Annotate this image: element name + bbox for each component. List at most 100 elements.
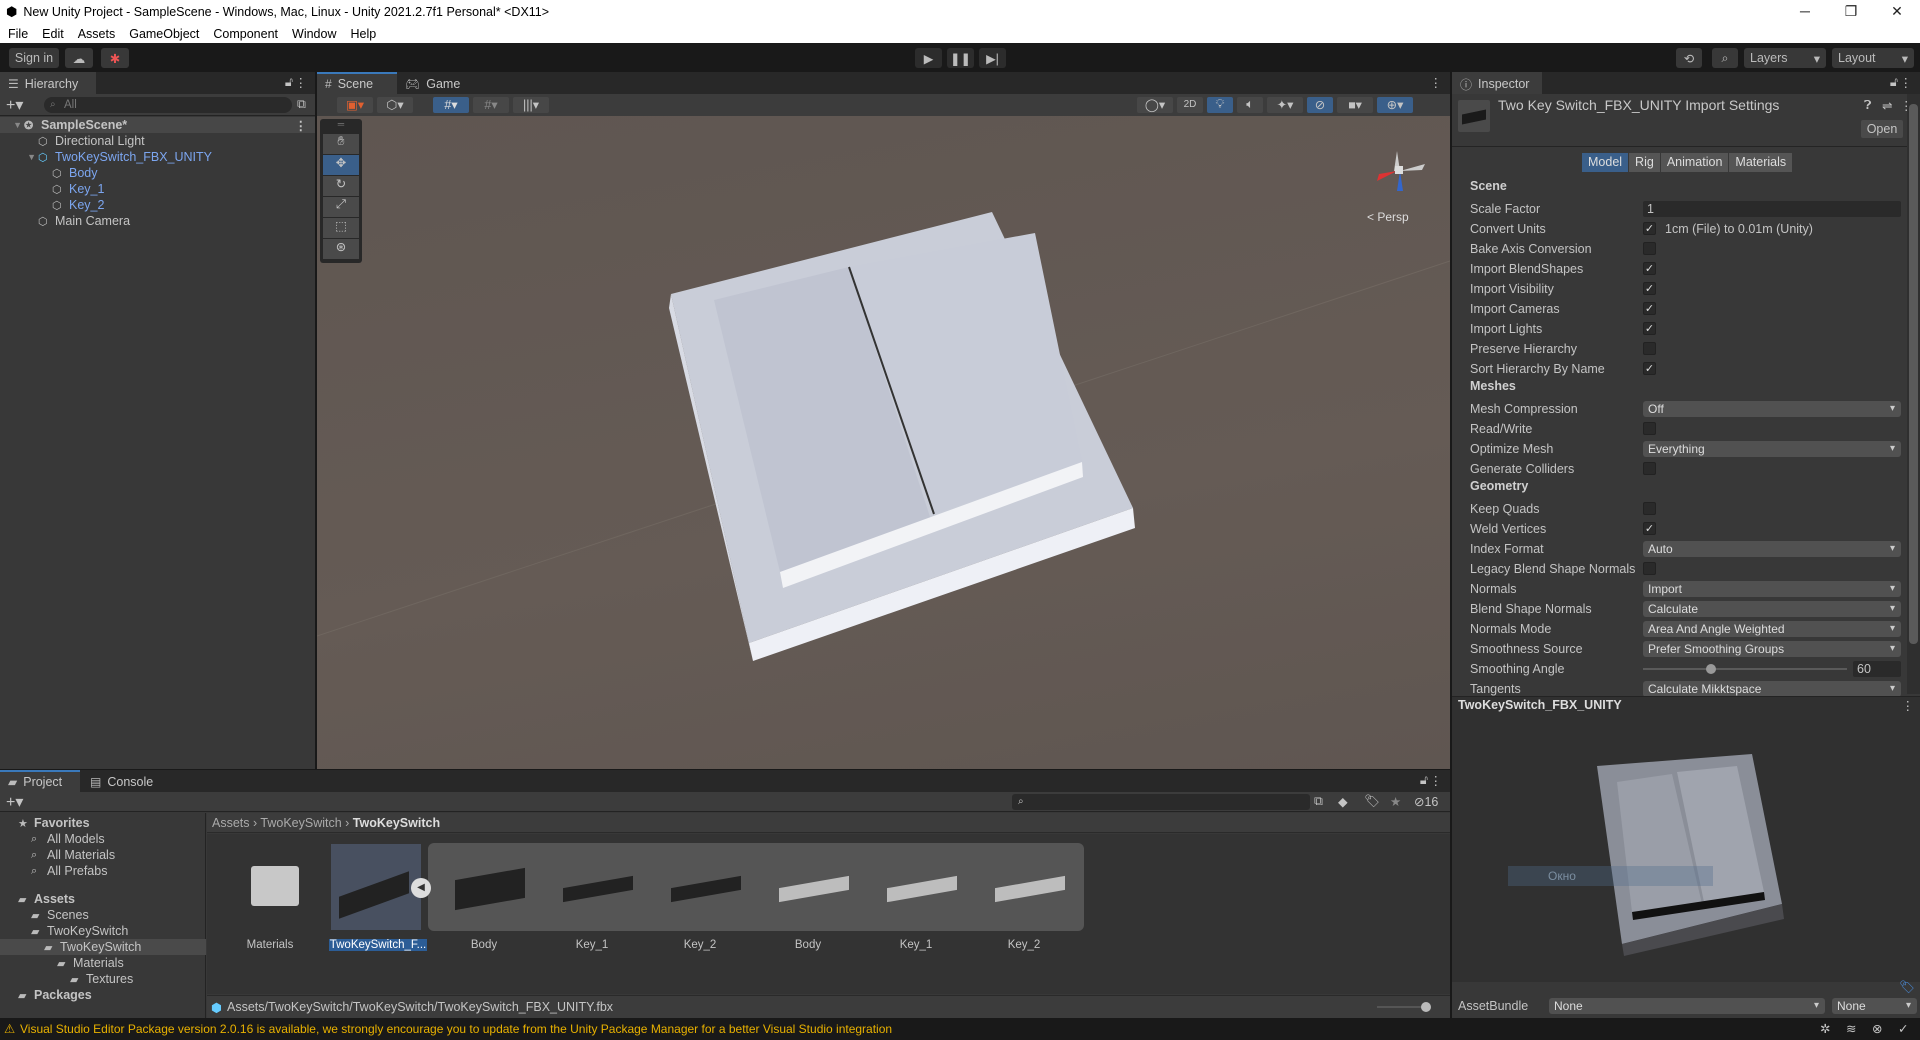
checkbox[interactable] [1643, 562, 1656, 575]
model-asset[interactable]: Body [435, 844, 533, 954]
model-asset[interactable]: Body [759, 844, 857, 954]
pause-button[interactable]: ❚❚ [947, 48, 974, 68]
assetbundle-variant-dropdown[interactable]: None [1832, 998, 1917, 1014]
checkbox[interactable] [1643, 502, 1656, 515]
status-message[interactable]: Visual Studio Editor Package version 2.0… [20, 1022, 892, 1036]
model-asset[interactable]: ◀ TwoKeySwitch_F... [321, 844, 431, 954]
scene-viewport[interactable]: < Persp ═ ✋︎ ✥ ↻ ⤢ ⬚ ⊛ [317, 116, 1450, 769]
lock-icon[interactable]: 🔓︎ [1890, 75, 1898, 90]
layers-dropdown[interactable]: Layers ▾ [1744, 48, 1826, 68]
open-button[interactable]: Open [1861, 120, 1903, 138]
breadcrumb-assets[interactable]: Assets [212, 816, 250, 830]
play-button[interactable]: ▶ [915, 48, 942, 68]
lock-icon[interactable]: 🔓︎ [1420, 773, 1428, 788]
folder-asset[interactable]: Materials [221, 844, 319, 954]
label-tag-icon[interactable]: 🏷︎ [1899, 980, 1915, 995]
inspector-scrollbar[interactable] [1907, 94, 1920, 694]
history-button[interactable]: ⟲ [1676, 48, 1702, 68]
collapse-subassets-button[interactable]: ◀ [411, 878, 431, 898]
slider-track[interactable] [1643, 664, 1847, 674]
dropdown[interactable]: Import [1643, 581, 1901, 597]
preview-header[interactable]: TwoKeySwitch_FBX_UNITY ⋮ [1452, 696, 1920, 714]
dropdown[interactable]: Prefer Smoothing Groups [1643, 641, 1901, 657]
hidden-packages-toggle[interactable]: ⊘16 [1414, 794, 1438, 809]
project-tree-item[interactable]: ▰ Materials [0, 955, 206, 971]
tab-game[interactable]: 🎮︎ Game [397, 72, 469, 94]
hidden-objects-toggle[interactable]: ⊘ [1307, 97, 1333, 113]
project-tree-item[interactable]: ▰ Scenes [0, 907, 206, 923]
model-preview[interactable]: Окно [1452, 714, 1920, 982]
menu-component[interactable]: Component [213, 27, 278, 41]
lock-icon[interactable]: 🔓︎ [285, 75, 293, 90]
checkbox[interactable]: ✓ [1643, 282, 1656, 295]
more-menu-icon[interactable]: ⋮ [1430, 773, 1443, 788]
more-menu-icon[interactable]: ⋮ [295, 75, 308, 90]
draw-mode-dropdown[interactable]: ▣▾ [337, 97, 373, 113]
audio-toggle[interactable]: 🔈︎ [1237, 97, 1263, 113]
checkbox[interactable]: ✓ [1643, 522, 1656, 535]
model-asset[interactable]: Key_1 [543, 844, 641, 954]
debug-icon[interactable]: ✲ [1820, 1021, 1830, 1036]
hierarchy-item[interactable]: ▼ ✪ SampleScene* ⋮ [0, 117, 315, 133]
tab-rig[interactable]: Rig [1629, 153, 1660, 172]
check-icon[interactable]: ✓ [1898, 1021, 1908, 1036]
search-button[interactable]: ⌕ [1712, 48, 1738, 68]
project-tree-item[interactable]: ▰ TwoKeySwitch [0, 923, 206, 939]
model-asset[interactable]: Key_2 [651, 844, 749, 954]
project-tree-item[interactable]: ★ Favorites [0, 815, 206, 831]
more-menu-icon[interactable]: ⋮ [1430, 75, 1443, 90]
collab-button[interactable]: ✱ [101, 48, 129, 68]
project-tree-item[interactable]: ▰ Textures [0, 971, 206, 987]
favorite-star-icon[interactable]: ★ [1390, 794, 1401, 809]
project-tree-item[interactable]: ▰ TwoKeySwitch [0, 939, 206, 955]
perspective-label[interactable]: < Persp [1367, 210, 1409, 224]
checkbox[interactable]: ✓ [1643, 322, 1656, 335]
checkbox[interactable]: ✓ [1643, 222, 1656, 235]
model-asset[interactable]: Key_1 [867, 844, 965, 954]
project-tree-item[interactable]: ▰ Packages [0, 987, 206, 1003]
dropdown[interactable]: Area And Angle Weighted [1643, 621, 1901, 637]
expand-arrow-icon[interactable]: ▼ [0, 152, 38, 162]
hierarchy-item[interactable]: ⬡ Directional Light [0, 133, 315, 149]
tab-hierarchy[interactable]: ☰ Hierarchy [0, 72, 96, 94]
effects-dropdown[interactable]: ✦▾ [1267, 97, 1303, 113]
hierarchy-item[interactable]: ▼ ⬡ TwoKeySwitch_FBX_UNITY [0, 149, 315, 165]
help-icon[interactable]: ❓︎ [1864, 98, 1872, 113]
progress-icon[interactable]: ⊗ [1872, 1021, 1882, 1036]
assetbundle-dropdown[interactable]: None [1549, 998, 1825, 1014]
transform-tool-button[interactable]: ⊛ [323, 239, 359, 259]
filter-label-icon[interactable]: 🏷︎ [1364, 794, 1380, 809]
menu-help[interactable]: Help [350, 27, 376, 41]
breadcrumb-current[interactable]: TwoKeySwitch [353, 816, 440, 830]
project-tree-item[interactable]: ⌕ All Models [0, 831, 206, 847]
grid-snap-toggle[interactable]: #▾ [433, 97, 469, 113]
maximize-button[interactable]: ❐ [1828, 0, 1874, 22]
project-tree-item[interactable]: ⌕ All Prefabs [0, 863, 206, 879]
project-search-input[interactable]: ⌕ [1012, 794, 1310, 810]
model-asset[interactable]: Key_2 [975, 844, 1073, 954]
tab-scene[interactable]: # Scene [317, 72, 397, 94]
sign-in-button[interactable]: Sign in [9, 48, 59, 68]
step-button[interactable]: ▶| [979, 48, 1006, 68]
expand-arrow-icon[interactable]: ▼ [0, 120, 24, 130]
tab-model[interactable]: Model [1582, 153, 1629, 172]
close-button[interactable]: ✕ [1874, 0, 1920, 22]
scene-search-icon[interactable]: ⧉ [297, 97, 306, 112]
gizmos-dropdown[interactable]: ⊕▾ [1377, 97, 1413, 113]
camera-dropdown[interactable]: ■▾ [1337, 97, 1373, 113]
cloud-button[interactable]: ☁ [65, 48, 93, 68]
tab-project[interactable]: ▰ Project [0, 770, 80, 792]
minimize-button[interactable]: ─ [1782, 0, 1828, 22]
increment-snap-toggle[interactable]: #▾ [473, 97, 509, 113]
hierarchy-search-input[interactable]: ⌕ All [44, 97, 292, 113]
orientation-gizmo[interactable] [1367, 136, 1447, 206]
2d-toggle[interactable]: 2D [1177, 97, 1203, 113]
checkbox[interactable]: ✓ [1643, 262, 1656, 275]
add-button[interactable]: +▾ [6, 95, 23, 115]
thumbnail-size-slider[interactable] [1377, 1002, 1431, 1012]
slider-value-field[interactable]: 60 [1853, 661, 1901, 677]
dropdown[interactable]: Everything [1643, 441, 1901, 457]
cache-icon[interactable]: ≋ [1846, 1021, 1856, 1036]
move-tool-button[interactable]: ✥ [323, 155, 359, 175]
checkbox[interactable] [1643, 422, 1656, 435]
